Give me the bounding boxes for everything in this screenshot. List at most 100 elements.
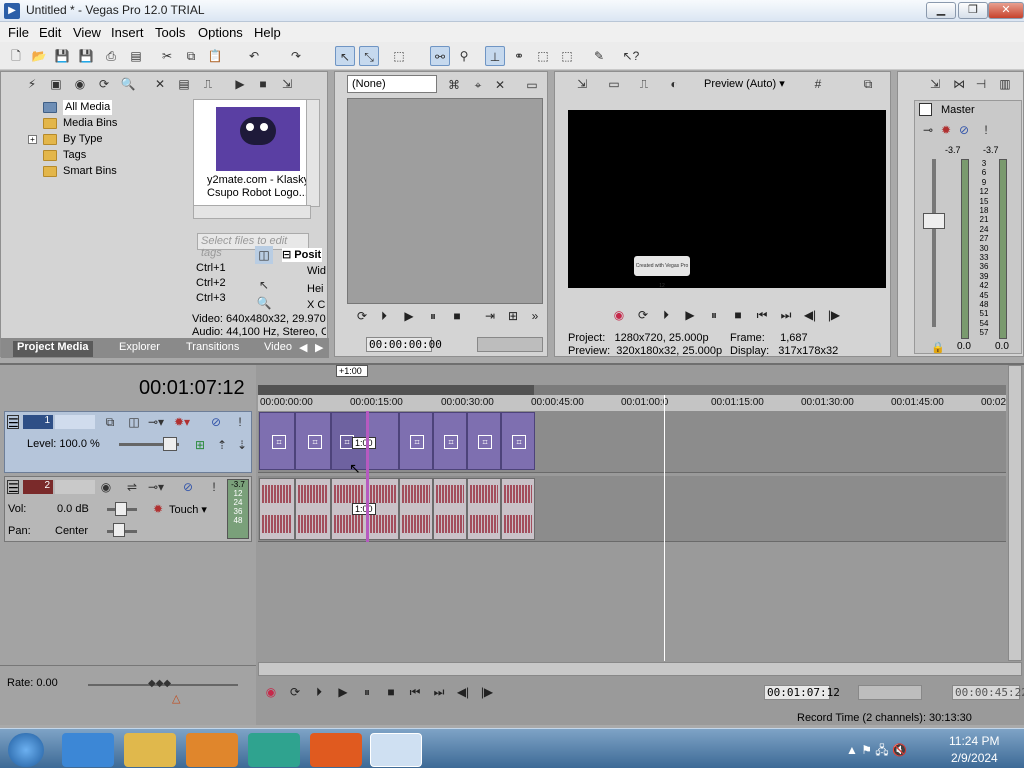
marker-icon[interactable]: ⬚ xyxy=(557,46,577,66)
file-explorer-icon[interactable] xyxy=(124,733,176,767)
app-green-icon[interactable] xyxy=(248,733,300,767)
audio-event[interactable] xyxy=(467,478,501,540)
new-icon[interactable]: 🗋 xyxy=(6,46,26,66)
next-frame-icon[interactable]: |▶ xyxy=(825,306,843,324)
trimmer-play-icon[interactable]: ▶ xyxy=(400,307,418,325)
media-hscroll[interactable] xyxy=(193,205,311,219)
play-from-start-icon[interactable]: ⏵ xyxy=(657,306,675,324)
media-player-icon[interactable] xyxy=(186,733,238,767)
menu-view[interactable]: View xyxy=(73,25,101,40)
video-track-fx-icon[interactable]: ✹▾ xyxy=(173,413,191,431)
stop-media-icon[interactable]: ■ xyxy=(254,75,272,93)
ignore-grouping-icon[interactable]: ⬚ xyxy=(533,46,553,66)
master-mute-icon[interactable]: ⊘ xyxy=(955,121,973,139)
auto-ripple-icon[interactable]: ⚯ xyxy=(430,46,450,66)
search-media-icon[interactable]: 🔍 xyxy=(119,75,137,93)
clock-date[interactable]: 2/9/2024 xyxy=(951,751,998,765)
vegas-taskbar-icon[interactable] xyxy=(370,733,422,767)
snapping-icon[interactable]: ⊥ xyxy=(485,46,505,66)
save-icon[interactable]: 💾 xyxy=(52,46,72,66)
video-event[interactable]: ⌗ xyxy=(295,412,331,470)
timeline-play-start-icon[interactable]: ⏵ xyxy=(310,683,328,701)
timeline-record-icon[interactable]: ◉ xyxy=(262,683,280,701)
redo-icon[interactable]: ↷ xyxy=(286,46,306,66)
trimmer-preview-icon[interactable]: ▭ xyxy=(523,76,541,94)
undo-icon[interactable]: ↶ xyxy=(244,46,264,66)
normal-edit-tool-icon[interactable]: ↖ xyxy=(335,46,355,66)
refresh-icon[interactable]: ⟳ xyxy=(95,75,113,93)
clock-time[interactable]: 11:24 PM xyxy=(949,734,999,748)
firefox-icon[interactable] xyxy=(310,733,362,767)
envelope-tool-icon[interactable]: ⤡ xyxy=(359,46,379,66)
copy-snapshot-icon[interactable]: ⧉ xyxy=(859,75,877,93)
import-media-icon[interactable]: ⚡ xyxy=(23,75,41,93)
start-button[interactable] xyxy=(8,733,44,767)
media-fx-icon[interactable]: ⎍ xyxy=(199,75,217,93)
timeline-end-icon[interactable]: ⏭ xyxy=(430,683,448,701)
audio-mute-icon[interactable]: ⊘ xyxy=(179,478,197,496)
video-fx-chain-icon[interactable]: ⊸▾ xyxy=(147,413,165,431)
timeline-vscroll[interactable] xyxy=(1008,365,1022,661)
master-fx-chain-icon[interactable]: ⊸ xyxy=(919,121,937,139)
video-mute-icon[interactable]: ⊘ xyxy=(207,413,225,431)
fx-icon[interactable]: ⌘ xyxy=(445,76,463,94)
trimmer-add-icon[interactable]: ⇥ xyxy=(481,307,499,325)
pan-crop-event-icon[interactable]: ⌗ xyxy=(478,435,492,449)
internet-explorer-icon[interactable] xyxy=(62,733,114,767)
audio-solo-icon[interactable]: ! xyxy=(205,478,223,496)
preset-dropdown[interactable]: (None) xyxy=(347,75,437,93)
auto-preview-icon[interactable]: ⇲ xyxy=(278,75,296,93)
audio-event[interactable] xyxy=(259,478,295,540)
external-monitor-icon[interactable]: ▭ xyxy=(605,75,623,93)
tab-explorer[interactable]: Explorer xyxy=(119,341,160,353)
whats-this-icon[interactable]: ↖? xyxy=(621,46,641,66)
master-lock-icon[interactable]: 🔒 xyxy=(931,341,945,354)
audio-fx-chain-icon[interactable]: ⊸▾ xyxy=(147,478,165,496)
loop-length-box[interactable] xyxy=(858,685,922,700)
copy-icon[interactable]: ⧉ xyxy=(181,46,201,66)
pan-crop-event-icon[interactable]: ⌗ xyxy=(444,435,458,449)
play-icon[interactable]: ▶ xyxy=(681,306,699,324)
cut-icon[interactable]: ✂ xyxy=(157,46,177,66)
lock-envelopes-icon[interactable]: ⚲ xyxy=(454,46,474,66)
remove-media-icon[interactable]: ✕ xyxy=(151,75,169,93)
tab-video-fx[interactable]: Video xyxy=(264,341,292,353)
menu-help[interactable]: Help xyxy=(254,25,281,40)
expand-icon[interactable]: + xyxy=(28,135,37,144)
capture-icon[interactable]: ▣ xyxy=(47,75,65,93)
burn-disc-icon[interactable]: ✎ xyxy=(589,46,609,66)
tab-project-media[interactable]: Project Media xyxy=(13,341,93,357)
panel-mode-icon[interactable]: ◫ xyxy=(255,246,273,264)
track-collapse-icon[interactable]: ☰ xyxy=(7,415,19,430)
selection-tool-icon[interactable]: ⬚ xyxy=(389,46,409,66)
trimmer-play-start-icon[interactable]: ⏵ xyxy=(375,307,393,325)
video-track-header[interactable]: ☰ 1 ⧉ ◫ ⊸▾ ✹▾ ⊘ ! Level: 100.0 % ⊞ ⇡ ⇣ xyxy=(4,411,252,473)
audio-track-name[interactable] xyxy=(55,480,95,494)
timeline-loop-icon[interactable]: ⟳ xyxy=(286,683,304,701)
save-as-icon[interactable]: 💾 xyxy=(76,46,96,66)
remove-icon[interactable]: ✕ xyxy=(491,76,509,94)
preview-properties-icon[interactable]: ⇲ xyxy=(573,75,591,93)
vol-slider[interactable] xyxy=(115,502,127,516)
trimmer-pause-icon[interactable]: ⏸ xyxy=(424,307,442,325)
menu-options[interactable]: Options xyxy=(198,25,243,40)
media-vscroll[interactable] xyxy=(306,99,320,207)
timeline-pause-icon[interactable]: ⏸ xyxy=(358,683,376,701)
minimize-button[interactable]: ▁ xyxy=(926,2,956,19)
video-track-name[interactable] xyxy=(55,415,95,429)
pause-icon[interactable]: ⏸ xyxy=(705,306,723,324)
rate-slider[interactable]: ◆◆◆ xyxy=(148,678,176,690)
pan-crop-event-icon[interactable]: ⌗ xyxy=(512,435,526,449)
video-up-icon[interactable]: ⇡ xyxy=(213,436,231,454)
prev-frame-icon[interactable]: ◀| xyxy=(801,306,819,324)
audio-event[interactable] xyxy=(501,478,535,540)
audio-event[interactable] xyxy=(399,478,433,540)
pan-crop-event-icon[interactable]: ⌗ xyxy=(272,435,286,449)
menu-file[interactable]: File xyxy=(8,25,29,40)
maximize-button[interactable]: ❐ xyxy=(958,2,988,19)
pan-crop-event-icon[interactable]: ⌗ xyxy=(410,435,424,449)
video-down-icon[interactable]: ⇣ xyxy=(233,436,251,454)
trimmer-overwrite-icon[interactable]: ⊞ xyxy=(504,307,522,325)
render-icon[interactable]: ⎙ xyxy=(101,46,121,66)
pan-crop-event-icon[interactable]: ⌗ xyxy=(308,435,322,449)
